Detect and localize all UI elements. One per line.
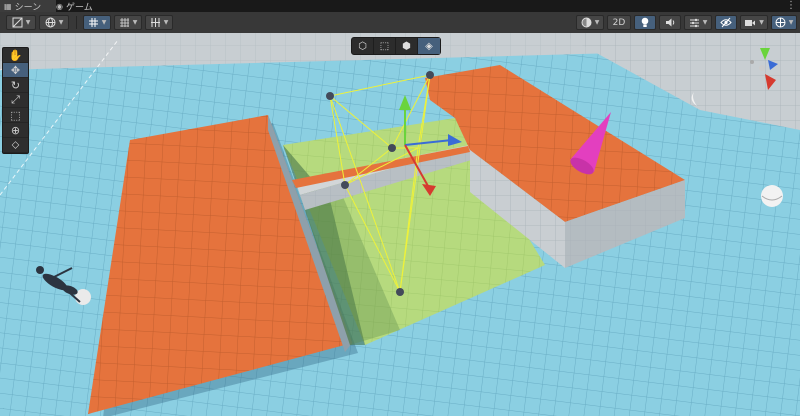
custom-tool-icon: ⬦ xyxy=(11,138,20,151)
2d-toggle[interactable]: 2D xyxy=(607,15,631,30)
box-mode-button[interactable]: ⬡ xyxy=(352,38,374,54)
lightbulb-icon xyxy=(641,17,649,27)
audio-toggle[interactable] xyxy=(659,15,681,30)
tab-game-label: ゲーム xyxy=(65,2,93,13)
scene-canvas[interactable] xyxy=(0,33,800,416)
scale-tool[interactable]: ⤢ xyxy=(3,93,28,108)
draw-mode-dropdown[interactable]: ▼ xyxy=(6,15,36,30)
camera-icon xyxy=(745,19,756,26)
rect-mode-button[interactable]: ⬚ xyxy=(374,38,396,54)
transform-icon: ⊕ xyxy=(10,123,21,137)
cube-mode-button[interactable]: ⬢ xyxy=(396,38,418,54)
increment-snap-dropdown[interactable]: ▼ xyxy=(145,15,173,30)
move-icon: ✥ xyxy=(10,63,21,77)
rect-select-icon: ⬚ xyxy=(379,40,390,52)
camera-dropdown[interactable]: ▼ xyxy=(740,15,768,30)
effects-dropdown[interactable]: ▼ xyxy=(684,15,712,30)
tools-overlay: ✋ ✥ ↻ ⤢ ⬚ ⊕ ⬦ xyxy=(2,47,29,154)
rotate-icon: ↻ xyxy=(10,78,21,92)
snap-icon xyxy=(119,18,129,27)
tab-scene[interactable]: ▦ シーン xyxy=(0,0,56,13)
2d-label: 2D xyxy=(612,17,626,28)
global-dropdown[interactable]: ▼ xyxy=(39,15,69,30)
custom-tool[interactable]: ⬦ xyxy=(3,138,28,153)
scene-viewport[interactable] xyxy=(0,33,800,416)
rotate-tool[interactable]: ↻ xyxy=(3,78,28,93)
gizmo-globe-icon xyxy=(775,17,786,28)
move-tool[interactable]: ✥ xyxy=(3,63,28,78)
draw-mode-overlay: ⬡ ⬚ ⬢ ◈ xyxy=(351,37,441,55)
shading-dropdown[interactable]: ▼ xyxy=(576,15,604,30)
speaker-icon xyxy=(665,18,674,27)
grid-snap-icon xyxy=(88,18,98,27)
increment-snap-icon xyxy=(150,18,160,27)
globe-icon xyxy=(45,17,56,28)
window-menu-button[interactable]: ⋮ xyxy=(786,0,796,12)
rect-tool[interactable]: ⬚ xyxy=(3,108,28,123)
grid-snap-dropdown[interactable]: ▼ xyxy=(83,15,111,30)
scene-visibility-toggle[interactable] xyxy=(715,15,737,30)
tab-game[interactable]: ◉ ゲーム xyxy=(52,0,110,13)
transform-tool[interactable]: ⊕ xyxy=(3,123,28,138)
square-slash-icon xyxy=(12,17,23,28)
box-icon: ⬡ xyxy=(358,40,367,52)
gamepad-icon: ◉ xyxy=(56,1,63,11)
cube-icon: ⬢ xyxy=(402,40,411,52)
lighting-toggle[interactable] xyxy=(634,15,656,30)
tab-scene-label: シーン xyxy=(14,2,42,13)
scene-toolbar: ▼ ▼ ▼ ▼ ▼ ▼ 2D ▼ ▼ ▼ xyxy=(0,12,800,34)
effects-icon xyxy=(689,18,699,28)
solid-cube-icon: ◈ xyxy=(425,40,433,52)
sphere-object xyxy=(761,185,783,207)
hand-tool[interactable]: ✋ xyxy=(3,48,28,63)
shading-sphere-icon xyxy=(581,17,592,28)
hand-icon: ✋ xyxy=(8,48,23,62)
solid-mode-button[interactable]: ◈ xyxy=(418,38,440,54)
tab-bar: ▦ シーン ◉ ゲーム ⋮ xyxy=(0,0,800,13)
eye-slash-icon xyxy=(720,17,732,28)
gizmos-dropdown[interactable]: ▼ xyxy=(771,15,797,30)
snap-dropdown[interactable]: ▼ xyxy=(114,15,142,30)
scale-icon: ⤢ xyxy=(11,93,20,106)
rect-icon: ⬚ xyxy=(10,108,21,122)
grid-icon: ▦ xyxy=(4,1,12,11)
